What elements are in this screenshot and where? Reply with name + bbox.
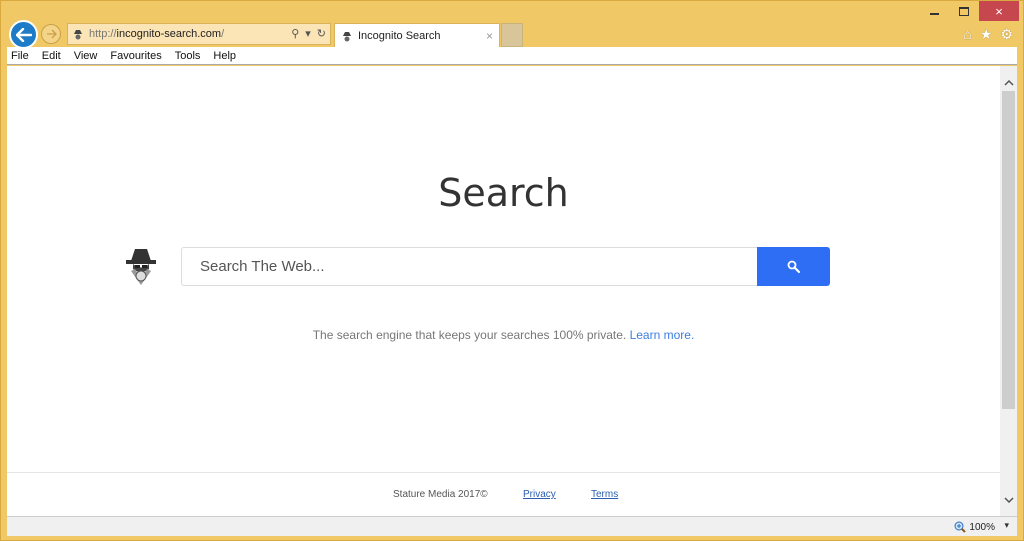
learn-more-link[interactable]: Learn more.	[630, 328, 695, 342]
menu-edit[interactable]: Edit	[42, 50, 61, 62]
zoom-magnifier-icon	[954, 521, 967, 533]
refresh-icon[interactable]: ↻	[317, 27, 326, 40]
settings-gear-icon[interactable]: ⚙	[1000, 26, 1013, 43]
favorites-star-icon[interactable]: ★	[980, 26, 993, 43]
minimize-icon	[929, 13, 939, 15]
menu-help[interactable]: Help	[213, 50, 236, 62]
magnifier-icon	[787, 260, 800, 273]
tab-title: Incognito Search	[358, 29, 441, 42]
back-button[interactable]	[9, 20, 38, 49]
maximize-button[interactable]	[949, 1, 979, 21]
menu-favourites[interactable]: Favourites	[110, 50, 161, 62]
forward-button[interactable]	[41, 24, 61, 44]
window-controls: ×	[919, 1, 1019, 21]
chevron-down-icon	[1003, 496, 1014, 503]
terms-link[interactable]: Terms	[591, 489, 618, 500]
navigation-bar: http://incognito-search.com / ⚲ ▾ ↻ Incog…	[7, 19, 1017, 49]
search-input[interactable]	[181, 247, 757, 286]
incognito-favicon-icon	[343, 31, 351, 41]
scroll-thumb[interactable]	[1002, 91, 1015, 409]
zoom-dropdown-icon[interactable]: ▾	[1004, 520, 1009, 531]
page-title-container: Search	[7, 171, 1000, 215]
vertical-scrollbar[interactable]	[1000, 66, 1017, 516]
status-bar: 100% ▾	[7, 516, 1017, 536]
address-bar[interactable]: http://incognito-search.com / ⚲ ▾ ↻	[67, 23, 331, 45]
tagline-text: The search engine that keeps your search…	[312, 328, 627, 342]
page-content: Search The search engine that keeps your…	[7, 66, 1017, 516]
address-search-icon[interactable]: ⚲	[291, 27, 299, 40]
back-arrow-icon	[15, 27, 32, 42]
page-title: Search	[438, 171, 569, 215]
menu-file[interactable]: File	[11, 50, 29, 62]
chevron-up-icon	[1003, 79, 1014, 86]
url-host: incognito-search.com	[116, 28, 222, 40]
url-path: /	[221, 28, 225, 40]
home-icon[interactable]: ⌂	[963, 26, 971, 43]
footer-divider	[7, 472, 1000, 473]
scroll-down-button[interactable]	[1000, 491, 1017, 508]
forward-arrow-icon	[46, 29, 57, 39]
close-window-button[interactable]: ×	[979, 1, 1019, 21]
zoom-control[interactable]: 100%	[954, 521, 995, 533]
url-protocol: http://	[89, 28, 117, 40]
incognito-favicon-icon	[74, 30, 82, 40]
tagline: The search engine that keeps your search…	[7, 328, 1000, 342]
copyright-text: Stature Media 2017©	[393, 489, 488, 500]
address-dropdown-icon[interactable]: ▾	[305, 27, 311, 40]
zoom-level: 100%	[969, 521, 995, 533]
close-icon: ×	[995, 3, 1003, 19]
privacy-link[interactable]: Privacy	[523, 489, 556, 500]
menu-bar: File Edit View Favourites Tools Help	[7, 47, 1017, 65]
minimize-button[interactable]	[919, 1, 949, 21]
search-button[interactable]	[757, 247, 830, 286]
maximize-icon	[959, 6, 969, 16]
new-tab-button[interactable]	[501, 23, 523, 47]
tab-incognito-search[interactable]: Incognito Search ×	[334, 23, 500, 47]
menu-view[interactable]: View	[74, 50, 98, 62]
tab-close-icon[interactable]: ×	[486, 29, 493, 43]
scroll-up-button[interactable]	[1000, 74, 1017, 91]
browser-window: × http://incognito-search.com / ⚲ ▾ ↻ Inc…	[0, 0, 1024, 541]
browser-toolbar-icons: ⌂ ★ ⚙	[963, 26, 1013, 43]
menu-tools[interactable]: Tools	[175, 50, 201, 62]
incognito-spy-logo-icon	[126, 249, 156, 285]
